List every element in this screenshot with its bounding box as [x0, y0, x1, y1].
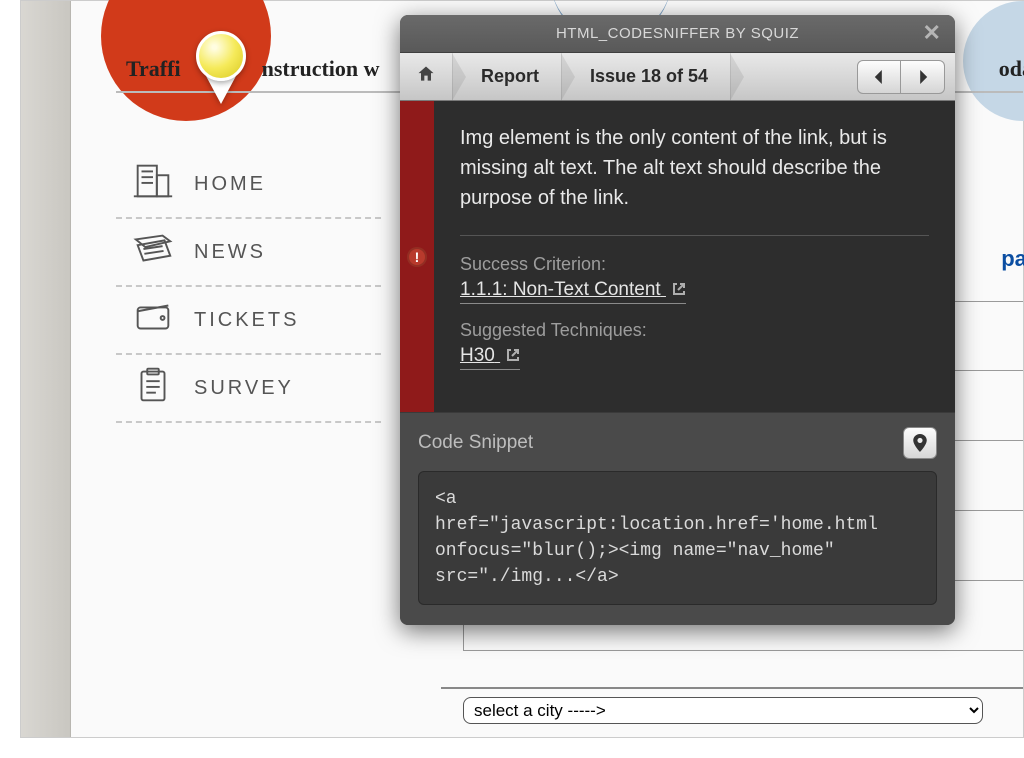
breadcrumb-report-label: Report: [481, 66, 539, 87]
issue-content: Img element is the only content of the l…: [434, 101, 955, 412]
sidebar-item-label: TICKETS: [194, 309, 299, 332]
sidebar-item-news[interactable]: NEWS: [116, 219, 381, 287]
left-rail: [21, 1, 71, 737]
clipboard-icon: [130, 365, 176, 411]
map-pin-icon: [913, 434, 927, 452]
sidebar-item-survey[interactable]: SURVEY: [116, 355, 381, 423]
sidebar-item-label: HOME: [194, 173, 266, 196]
technique-label: Suggested Techniques:: [460, 320, 929, 341]
breadcrumb-issue-label: Issue 18 of 54: [590, 66, 708, 87]
panel-title: HTML_CODESNIFFER BY SQUIZ: [556, 25, 799, 42]
page-headline: Traffi nstruction w: [126, 56, 380, 82]
headline-right: oda: [999, 56, 1024, 82]
prev-issue-button[interactable]: [857, 60, 901, 94]
breadcrumb-report[interactable]: Report: [453, 53, 562, 100]
code-snippet-section: Code Snippet <a href="javascript:locatio…: [400, 412, 955, 625]
sidebar-item-home[interactable]: HOME: [116, 151, 381, 219]
snippet-header: Code Snippet: [418, 427, 937, 459]
chevron-right-icon: [916, 70, 930, 84]
external-link-icon: [672, 280, 686, 294]
side-nav: HOME NEWS TICKETS SURVEY: [116, 151, 381, 423]
sidebar-item-label: NEWS: [194, 241, 266, 264]
marker-ball-icon: [196, 31, 246, 81]
issue-marker-pin[interactable]: [196, 31, 252, 111]
breadcrumb-bar: Report Issue 18 of 54: [400, 53, 955, 101]
snippet-label: Code Snippet: [418, 432, 533, 454]
home-icon: [416, 64, 436, 89]
wallet-icon: [130, 297, 176, 343]
criterion-value: 1.1.1: Non-Text Content: [460, 279, 661, 300]
sidebar-item-tickets[interactable]: TICKETS: [116, 287, 381, 355]
city-select[interactable]: select a city ----->: [463, 697, 983, 724]
newspaper-icon: [130, 229, 176, 275]
breadcrumb-home[interactable]: [400, 53, 453, 100]
technique-value: H30: [460, 345, 495, 366]
criterion-label: Success Criterion:: [460, 254, 929, 275]
divider: [460, 235, 929, 236]
criterion-link[interactable]: 1.1.1: Non-Text Content: [460, 279, 686, 304]
issue-body: ! Img element is the only content of the…: [400, 101, 955, 412]
close-button[interactable]: ✕: [921, 22, 943, 44]
severity-stripe: !: [400, 101, 434, 412]
locate-element-button[interactable]: [903, 427, 937, 459]
external-link-icon: [506, 346, 520, 360]
error-icon: !: [407, 247, 427, 267]
chevron-left-icon: [872, 70, 886, 84]
codesniffer-panel: HTML_CODESNIFFER BY SQUIZ ✕ Report Issue…: [400, 15, 955, 625]
panel-title-bar: HTML_CODESNIFFER BY SQUIZ ✕: [400, 15, 955, 53]
code-snippet[interactable]: <a href="javascript:location.href='home.…: [418, 471, 937, 605]
next-issue-button[interactable]: [901, 60, 945, 94]
headline-left: Traffi: [126, 56, 181, 81]
issue-nav-arrows: [857, 60, 945, 94]
issue-message: Img element is the only content of the l…: [460, 123, 929, 213]
partial-link[interactable]: pai: [1001, 246, 1024, 272]
city-select-row: select a city ----->: [441, 687, 1023, 737]
breadcrumb-issue: Issue 18 of 54: [562, 53, 731, 100]
technique-link[interactable]: H30: [460, 345, 520, 370]
headline-mid: nstruction w: [262, 56, 380, 81]
building-icon: [130, 161, 176, 207]
sidebar-item-label: SURVEY: [194, 377, 294, 400]
